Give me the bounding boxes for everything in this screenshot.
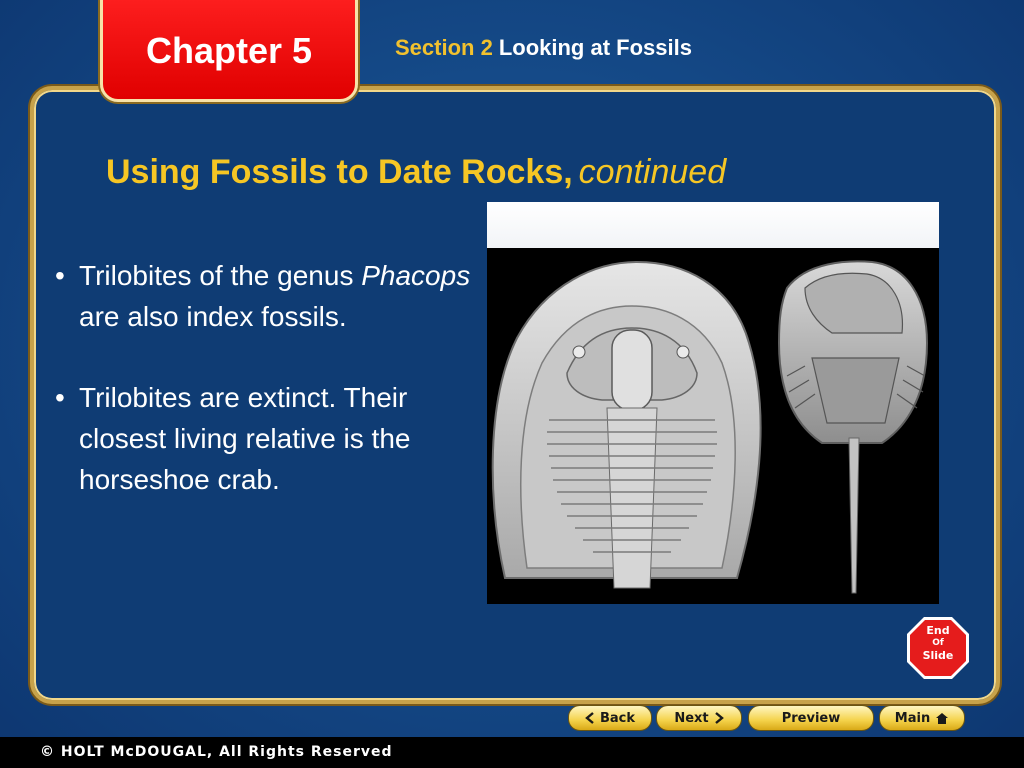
bullet-text-italic: Phacops xyxy=(361,260,471,291)
bullet-item: • Trilobites of the genus Phacops are al… xyxy=(55,255,495,337)
copyright-text: © HOLT McDOUGAL, All Rights Reserved xyxy=(40,744,393,760)
chapter-label: Chapter 5 xyxy=(145,30,313,71)
chapter-tab: Chapter 5 xyxy=(100,0,358,102)
bullet-dot: • xyxy=(55,382,65,413)
back-button[interactable]: Back xyxy=(568,705,652,731)
preview-button-label: Preview xyxy=(781,710,841,726)
slide-title-suffix: continued xyxy=(578,153,727,191)
bullet-item: • Trilobites are extinct. Their closest … xyxy=(55,377,495,500)
main-button-label: Main xyxy=(894,710,931,726)
home-icon xyxy=(936,712,949,724)
bullet-dot: • xyxy=(55,260,65,291)
next-button[interactable]: Next xyxy=(656,705,742,731)
end-slide-line2: Of xyxy=(932,638,944,648)
chevron-left-icon xyxy=(585,712,594,724)
end-of-slide-button[interactable]: End Of Slide xyxy=(905,615,971,681)
image-top-band xyxy=(487,202,939,248)
section-header: Section 2 Looking at Fossils xyxy=(395,35,692,61)
bullet-text: Trilobites are extinct. Their closest li… xyxy=(79,382,411,495)
trilobite-horseshoe-crab-image xyxy=(487,202,939,604)
back-button-label: Back xyxy=(599,710,636,726)
slide-title: Using Fossils to Date Rocks, continued xyxy=(106,153,726,192)
bullet-text-pre: Trilobites of the genus xyxy=(79,260,362,291)
section-label: Section 2 xyxy=(395,35,493,60)
section-title: Looking at Fossils xyxy=(498,35,692,60)
main-button[interactable]: Main xyxy=(879,705,965,731)
end-slide-line3: Slide xyxy=(922,649,954,662)
footer-bar: © HOLT McDOUGAL, All Rights Reserved xyxy=(0,737,1024,768)
slide-title-main: Using Fossils to Date Rocks, xyxy=(106,153,573,191)
bullet-text-post: are also index fossils. xyxy=(79,301,347,332)
end-slide-text: End Of Slide xyxy=(905,624,971,663)
preview-button[interactable]: Preview xyxy=(748,705,874,731)
bullet-list: • Trilobites of the genus Phacops are al… xyxy=(55,255,495,540)
next-button-label: Next xyxy=(674,710,709,726)
trilobite-drawing xyxy=(491,260,762,589)
fossil-illustration xyxy=(491,260,929,594)
image-dark-area xyxy=(487,248,939,604)
chevron-right-icon xyxy=(714,712,724,724)
horseshoe-crab-drawing xyxy=(777,260,929,594)
end-slide-line1: End xyxy=(926,624,950,637)
